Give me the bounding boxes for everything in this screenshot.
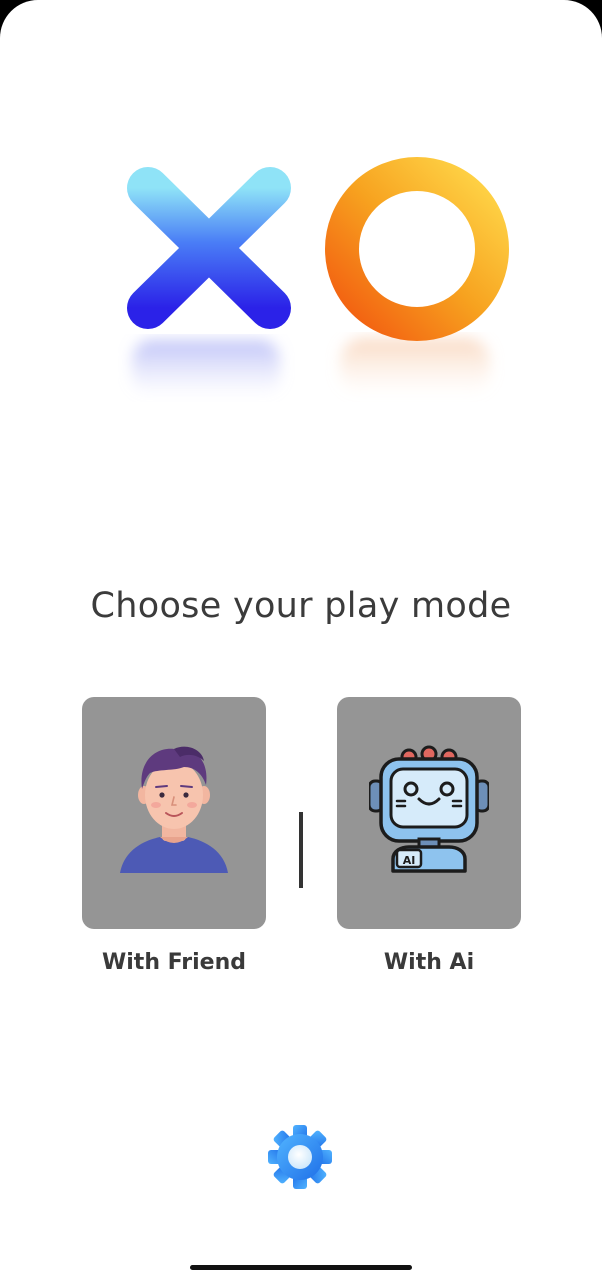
with-ai-button[interactable]: AI: [337, 697, 521, 929]
gear-icon: [268, 1125, 332, 1189]
with-friend-label[interactable]: With Friend: [82, 950, 266, 975]
with-friend-button[interactable]: [82, 697, 266, 929]
page-title: Choose your play mode: [90, 586, 512, 626]
settings-button[interactable]: [266, 1123, 334, 1191]
x-mark-icon: [127, 167, 291, 329]
mode-divider: [299, 812, 303, 888]
main-screen: Choose your play mode With Friend AI Wit…: [0, 0, 602, 1280]
o-ring-icon: [325, 157, 509, 341]
x-reflection: [132, 340, 280, 396]
ai-badge-text: AI: [403, 854, 416, 867]
person-avatar-icon: [114, 743, 234, 883]
robot-avatar-icon: AI: [367, 743, 491, 883]
with-ai-label[interactable]: With Ai: [337, 950, 521, 975]
xo-logo: [118, 150, 518, 410]
home-indicator[interactable]: [190, 1265, 412, 1270]
o-reflection: [340, 338, 490, 396]
